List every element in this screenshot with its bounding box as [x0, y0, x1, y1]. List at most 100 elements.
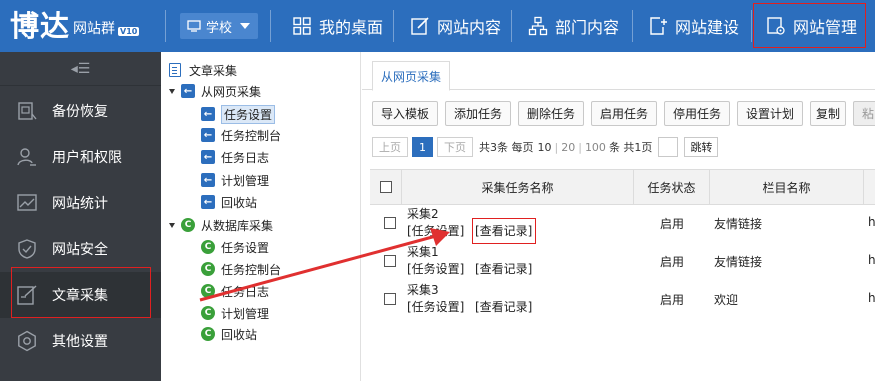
highlight-box	[11, 267, 151, 318]
row-checkbox[interactable]	[384, 255, 396, 267]
org-chart-icon	[528, 16, 548, 36]
refresh-icon: C	[201, 240, 215, 254]
sidebar: ◂☰ 备份恢复 用户和权限 网站统计 网站安全 文章采集 其他设置	[0, 52, 161, 381]
tree-item-label: 任务控制台	[221, 262, 282, 277]
page-jump-input[interactable]	[658, 137, 679, 157]
import-template-button[interactable]: 导入模板	[372, 101, 438, 126]
page-size-10[interactable]: 10	[538, 141, 552, 154]
sidebar-item-security[interactable]: 网站安全	[0, 226, 161, 272]
tab-bar: 从网页采集	[362, 52, 875, 91]
column-header-status[interactable]: 任务状态	[634, 170, 710, 204]
version-badge: V10	[118, 27, 140, 36]
tree-item-label: 任务设置	[221, 240, 270, 255]
jump-button[interactable]: 跳转	[684, 137, 719, 157]
gear-icon	[18, 330, 36, 352]
pages-text: 条 共1页	[608, 141, 653, 154]
next-page-button[interactable]: 下页	[437, 137, 473, 157]
tree-root-label: 文章采集	[189, 63, 238, 78]
nav-site-build[interactable]: 网站建设	[648, 0, 739, 52]
refresh-icon: C	[201, 262, 215, 276]
set-plan-button[interactable]: 设置计划	[737, 101, 803, 126]
tab-web-collect[interactable]: 从网页采集	[372, 61, 451, 91]
nav-site-content[interactable]: 网站内容	[410, 0, 501, 52]
enable-task-button[interactable]: 启用任务	[591, 101, 657, 126]
add-task-button[interactable]: 添加任务	[445, 101, 511, 126]
task-settings-link[interactable]: [任务设置]	[407, 222, 464, 239]
tree-item-web-log[interactable]: ← 任务日志	[201, 147, 269, 167]
arrow-left-icon: ←	[201, 128, 215, 142]
row-checkbox[interactable]	[384, 293, 396, 305]
tree-item-db-log[interactable]: C 任务日志	[201, 281, 269, 301]
sidebar-item-stats[interactable]: 网站统计	[0, 180, 161, 226]
tree-group-db[interactable]: C 从数据库采集	[169, 215, 273, 235]
task-status: 启用	[660, 293, 685, 307]
edit-icon	[411, 17, 429, 35]
collect-tree: 文章采集 ← 从网页采集 ← 任务设置 ← 任务控制台 ← 任务日志 ← 计划管…	[161, 52, 361, 381]
column-header-task-name[interactable]: 采集任务名称	[402, 170, 634, 204]
table-row: 采集3 [任务设置] [查看记录] 启用 欢迎 h	[370, 281, 875, 319]
arrow-left-icon: ←	[201, 150, 215, 164]
extra-cell: h	[868, 291, 875, 305]
view-record-link[interactable]: [查看记录]	[475, 260, 532, 277]
row-checkbox[interactable]	[384, 217, 396, 229]
tree-item-label: 任务设置	[221, 104, 276, 124]
page-1-button[interactable]: 1	[412, 137, 433, 157]
refresh-icon: C	[201, 284, 215, 298]
user-key-icon	[17, 148, 36, 166]
pagination: 上页 1 下页 共3条 每页 10 | 20 | 100 条 共1页 跳转	[372, 136, 719, 158]
backup-icon	[18, 102, 37, 120]
monitor-icon	[187, 20, 201, 32]
school-select[interactable]: 学校	[180, 13, 258, 39]
nav-dept-content[interactable]: 部门内容	[528, 0, 619, 52]
sidebar-item-label: 备份恢复	[52, 104, 108, 120]
select-all-checkbox[interactable]	[379, 181, 392, 193]
delete-task-button[interactable]: 删除任务	[518, 101, 584, 126]
tree-group-web[interactable]: ← 从网页采集	[169, 81, 261, 101]
tree-item-db-console[interactable]: C 任务控制台	[201, 259, 281, 279]
sidebar-collapse-toggle[interactable]: ◂☰	[0, 52, 161, 86]
column-header-column-name[interactable]: 栏目名称	[710, 170, 864, 204]
school-select-label: 学校	[206, 20, 233, 36]
logo-text: 博达	[10, 9, 71, 43]
shield-icon	[18, 239, 36, 259]
nav-label: 网站内容	[437, 18, 502, 37]
tree-root[interactable]: 文章采集	[169, 60, 237, 80]
tree-item-db-task-settings[interactable]: C 任务设置	[201, 237, 269, 257]
page-size-20[interactable]: 20	[561, 141, 575, 154]
document-icon	[169, 63, 181, 77]
view-record-link[interactable]: [查看记录]	[475, 298, 532, 315]
page-size-100[interactable]: 100	[585, 141, 606, 154]
divider	[270, 10, 271, 42]
sidebar-item-users[interactable]: 用户和权限	[0, 134, 161, 180]
tree-item-web-recycle[interactable]: ← 回收站	[201, 192, 257, 212]
task-settings-link[interactable]: [任务设置]	[407, 260, 464, 277]
divider	[165, 10, 166, 42]
nav-label: 我的桌面	[319, 18, 384, 37]
prev-page-button[interactable]: 上页	[372, 137, 408, 157]
paste-button[interactable]: 粘	[853, 101, 875, 126]
tree-item-web-task-settings[interactable]: ← 任务设置	[201, 104, 276, 124]
tree-group-label: 从网页采集	[201, 84, 262, 99]
tree-item-db-plan[interactable]: C 计划管理	[201, 303, 269, 323]
tree-item-label: 计划管理	[221, 173, 270, 188]
sidebar-item-other-settings[interactable]: 其他设置	[0, 318, 161, 364]
total-text: 共3条 每页	[479, 141, 534, 154]
table-row: 采集1 [任务设置] [查看记录] 启用 友情链接 h	[370, 243, 875, 281]
arrow-left-icon: ←	[201, 173, 215, 187]
nav-label: 部门内容	[555, 18, 620, 37]
disable-task-button[interactable]: 停用任务	[664, 101, 730, 126]
copy-button[interactable]: 复制	[810, 101, 846, 126]
refresh-icon: C	[181, 218, 195, 232]
highlight-box	[753, 3, 866, 48]
nav-my-desktop[interactable]: 我的桌面	[292, 0, 383, 52]
arrow-left-icon: ←	[201, 195, 215, 209]
divider	[751, 10, 752, 42]
sidebar-item-backup[interactable]: 备份恢复	[0, 88, 161, 134]
divider	[393, 10, 394, 42]
expand-triangle-icon	[169, 222, 175, 228]
task-name: 采集3	[407, 283, 439, 297]
tree-item-db-recycle[interactable]: C 回收站	[201, 324, 257, 344]
tree-item-web-console[interactable]: ← 任务控制台	[201, 125, 281, 145]
tree-item-web-plan[interactable]: ← 计划管理	[201, 170, 269, 190]
task-settings-link[interactable]: [任务设置]	[407, 298, 464, 315]
